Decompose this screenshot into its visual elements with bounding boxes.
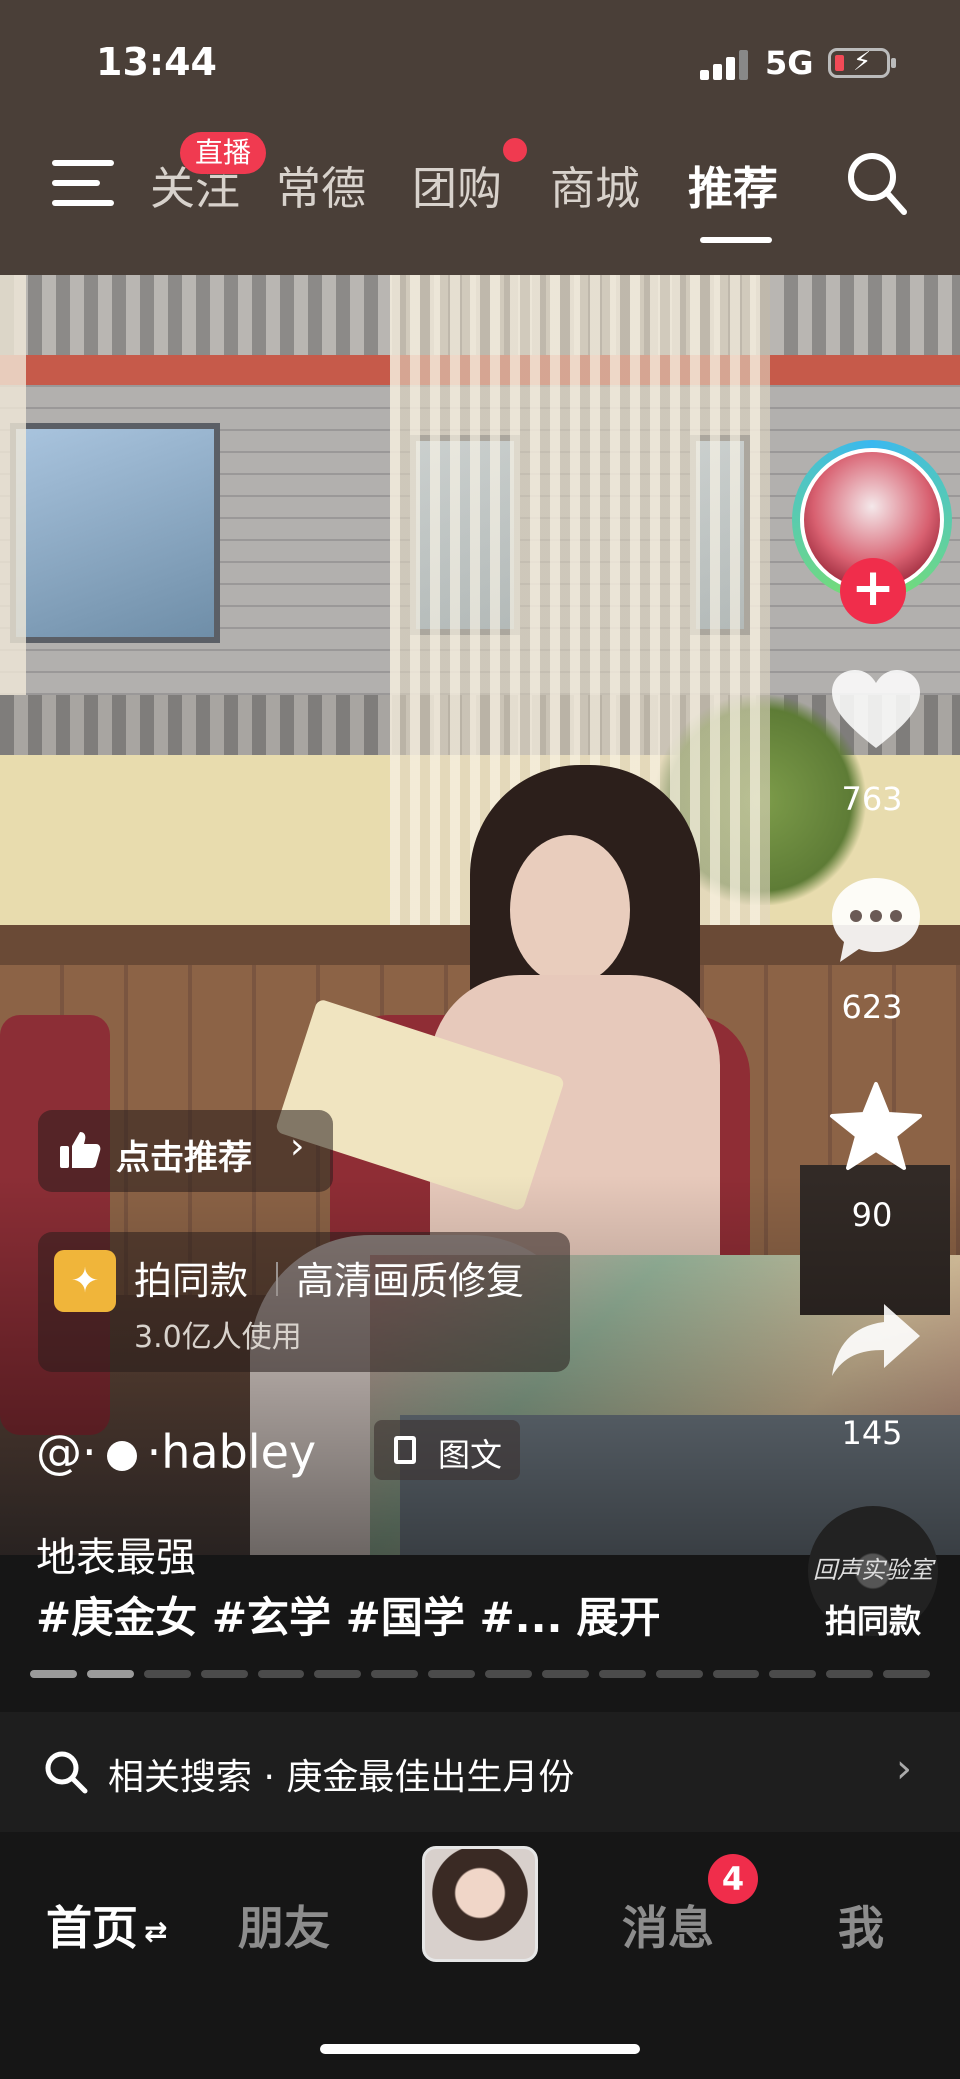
progress-segment bbox=[655, 1670, 703, 1678]
progress-segment bbox=[485, 1670, 532, 1678]
progress-segment bbox=[883, 1670, 930, 1678]
signal-icon bbox=[700, 50, 752, 80]
bottom-nav: 首页 ⇄ 朋友 消息 4 我 bbox=[0, 1832, 960, 2079]
comment-icon[interactable] bbox=[828, 874, 924, 966]
live-badge[interactable]: 直播 bbox=[180, 132, 266, 174]
template-card[interactable]: ✦ 拍同款 高清画质修复 3.0亿人使用 bbox=[38, 1232, 570, 1372]
post-caption: 地表最强 bbox=[36, 1535, 196, 1581]
sparkle-icon: ✦ bbox=[54, 1250, 116, 1312]
share-count: 145 bbox=[841, 1414, 903, 1452]
thumbs-up-icon bbox=[60, 1132, 101, 1168]
messages-badge: 4 bbox=[708, 1854, 758, 1904]
chevron-right-icon: › bbox=[896, 1746, 912, 1792]
tab-group-buy[interactable]: 团购 bbox=[412, 152, 502, 217]
same-style-label[interactable]: 拍同款 bbox=[800, 1596, 946, 1642]
status-time: 13:44 bbox=[96, 40, 217, 84]
template-feature: 高清画质修复 bbox=[296, 1259, 525, 1303]
switch-icon: ⇄ bbox=[144, 1915, 168, 1948]
home-indicator bbox=[320, 2044, 640, 2054]
progress-segment bbox=[30, 1670, 77, 1678]
image-progress bbox=[30, 1670, 930, 1678]
template-usage: 3.0亿人使用 bbox=[134, 1320, 302, 1355]
expand-button[interactable]: 展开 bbox=[577, 1593, 661, 1642]
related-search-bar[interactable]: 相关搜索 · 庚金最佳出生月份 › bbox=[0, 1712, 960, 1832]
progress-segment bbox=[371, 1670, 419, 1678]
author-handle: ·habley bbox=[146, 1425, 317, 1479]
template-divider bbox=[276, 1262, 278, 1296]
active-tab-indicator bbox=[700, 237, 772, 243]
progress-segment bbox=[769, 1670, 817, 1678]
nav-messages[interactable]: 消息 bbox=[622, 1892, 714, 1958]
author-prefix: @· bbox=[36, 1425, 97, 1479]
menu-icon[interactable] bbox=[52, 158, 114, 208]
chevron-right-icon: › bbox=[290, 1126, 305, 1167]
recommend-button[interactable]: 点击推荐 › bbox=[38, 1110, 333, 1192]
follow-plus-icon[interactable]: + bbox=[840, 558, 906, 624]
document-icon bbox=[394, 1436, 416, 1464]
nav-home[interactable]: 首页 ⇄ bbox=[46, 1892, 167, 1958]
favorite-count: 90 bbox=[851, 1196, 893, 1234]
post-type-tag: 图文 bbox=[374, 1420, 520, 1480]
notification-dot bbox=[503, 138, 527, 162]
network-type: 5G bbox=[765, 44, 814, 82]
progress-segment bbox=[200, 1670, 248, 1678]
post-hashtags[interactable]: #庚金女 #玄学 #国学 #... 展开 bbox=[36, 1584, 661, 1645]
post-type-label: 图文 bbox=[438, 1436, 503, 1474]
progress-segment bbox=[86, 1670, 134, 1678]
search-icon bbox=[45, 1751, 88, 1794]
related-search-label: 相关搜索 · 庚金最佳出生月份 bbox=[108, 1757, 575, 1798]
progress-segment bbox=[541, 1670, 589, 1678]
tab-local[interactable]: 常德 bbox=[276, 152, 366, 217]
progress-segment bbox=[428, 1670, 475, 1678]
template-title: 拍同款 bbox=[134, 1259, 249, 1303]
search-icon[interactable] bbox=[846, 150, 908, 216]
progress-segment bbox=[314, 1670, 362, 1678]
nav-me[interactable]: 我 bbox=[838, 1892, 884, 1958]
top-bar: 13:44 5G ⚡ 关注 直播 常德 团购 商城 推荐 bbox=[0, 0, 960, 275]
progress-segment bbox=[826, 1670, 874, 1678]
progress-segment bbox=[598, 1670, 646, 1678]
comment-count: 623 bbox=[841, 988, 903, 1026]
heart-icon[interactable] bbox=[828, 668, 924, 752]
music-disc-label: 回声实验室 bbox=[813, 1556, 933, 1584]
like-count: 763 bbox=[841, 780, 903, 818]
tab-mall[interactable]: 商城 bbox=[550, 152, 640, 217]
user-glyph-icon bbox=[106, 1440, 137, 1471]
battery-icon: ⚡ bbox=[828, 47, 896, 78]
star-icon[interactable] bbox=[828, 1080, 924, 1172]
nav-friends[interactable]: 朋友 bbox=[238, 1892, 330, 1958]
author-name[interactable]: @· ·habley bbox=[36, 1425, 316, 1479]
nav-home-label: 首页 bbox=[46, 1901, 138, 1955]
progress-segment bbox=[257, 1670, 305, 1678]
progress-segment bbox=[143, 1670, 191, 1678]
progress-segment bbox=[712, 1670, 760, 1678]
create-avatar-button[interactable] bbox=[422, 1846, 538, 1962]
tab-recommend[interactable]: 推荐 bbox=[688, 152, 778, 217]
hashtag-text[interactable]: #庚金女 #玄学 #国学 #... bbox=[36, 1593, 563, 1642]
share-icon[interactable] bbox=[828, 1300, 924, 1380]
recommend-label: 点击推荐 bbox=[116, 1138, 252, 1178]
